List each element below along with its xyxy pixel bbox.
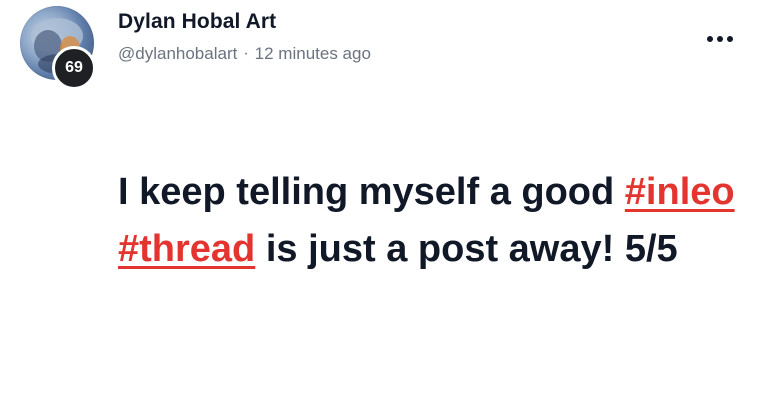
more-horizontal-icon: [705, 36, 735, 42]
post-text-start: I keep telling myself a good: [118, 171, 615, 213]
author-name[interactable]: Dylan Hobal Art: [118, 10, 276, 34]
post-meta: @dylanhobalart · 12 minutes ago: [118, 44, 371, 64]
post-timestamp[interactable]: 12 minutes ago: [255, 44, 371, 64]
reputation-badge: 69: [52, 46, 96, 90]
hashtag-link-inleo[interactable]: #inleo: [625, 171, 735, 213]
hashtag-link-thread[interactable]: #thread: [118, 228, 255, 270]
more-options-button[interactable]: [700, 24, 740, 54]
post-content: I keep telling myself a good #inleo #thr…: [118, 164, 738, 278]
thread-post: 69 Dylan Hobal Art @dylanhobalart · 12 m…: [0, 0, 768, 412]
meta-separator: ·: [243, 45, 249, 62]
post-text-end: is just a post away! 5/5: [265, 228, 678, 270]
author-handle[interactable]: @dylanhobalart: [118, 44, 237, 64]
avatar-container[interactable]: 69: [20, 6, 96, 90]
